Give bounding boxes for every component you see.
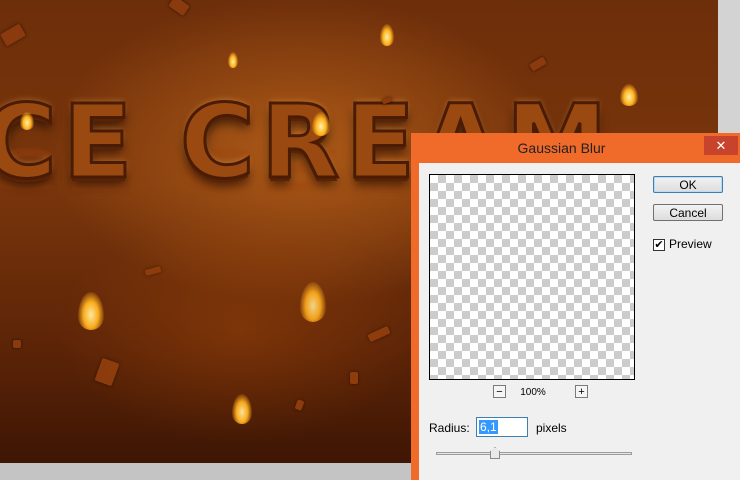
- radius-slider-thumb[interactable]: [490, 447, 500, 459]
- zoom-level: 100%: [520, 387, 546, 398]
- cancel-button[interactable]: Cancel: [653, 204, 723, 221]
- chocolate-flake: [144, 266, 162, 276]
- chocolate-flake: [168, 0, 190, 17]
- chocolate-flake: [94, 357, 120, 387]
- close-button[interactable]: ✕: [704, 136, 738, 155]
- preview-pane[interactable]: [429, 174, 635, 380]
- chocolate-flake: [294, 399, 305, 411]
- dialog-body: − 100% + OK Cancel ✔ Preview Radius: 6,1…: [419, 163, 740, 480]
- chocolate-flake: [367, 325, 391, 343]
- spark-glow: [312, 112, 330, 136]
- zoom-in-button[interactable]: +: [575, 385, 588, 398]
- chocolate-flake: [381, 96, 393, 105]
- chocolate-flake: [13, 340, 21, 348]
- gaussian-blur-dialog: Gaussian Blur ✕ − 100% + OK Cancel ✔ Pre…: [411, 133, 740, 480]
- radius-label: Radius:: [429, 421, 470, 435]
- dialog-titlebar[interactable]: Gaussian Blur ✕: [411, 133, 740, 163]
- zoom-out-button[interactable]: −: [493, 385, 506, 398]
- chocolate-flake: [0, 23, 27, 47]
- spark-glow: [620, 84, 638, 106]
- spark-glow: [228, 52, 238, 68]
- radius-unit-label: pixels: [536, 421, 567, 435]
- preview-checkbox[interactable]: ✔: [653, 239, 665, 251]
- radius-slider-track[interactable]: [436, 452, 632, 455]
- spark-glow: [20, 112, 34, 130]
- radius-input[interactable]: 6,1: [476, 417, 528, 437]
- spark-glow: [232, 394, 252, 424]
- radius-value: 6,1: [479, 420, 498, 434]
- chocolate-flake: [529, 56, 547, 72]
- preview-label: Preview: [669, 237, 712, 251]
- ok-button[interactable]: OK: [653, 176, 723, 193]
- spark-glow: [78, 292, 104, 330]
- dialog-title: Gaussian Blur: [517, 140, 606, 156]
- spark-glow: [300, 282, 326, 322]
- chocolate-flake: [350, 372, 358, 384]
- spark-glow: [380, 24, 394, 46]
